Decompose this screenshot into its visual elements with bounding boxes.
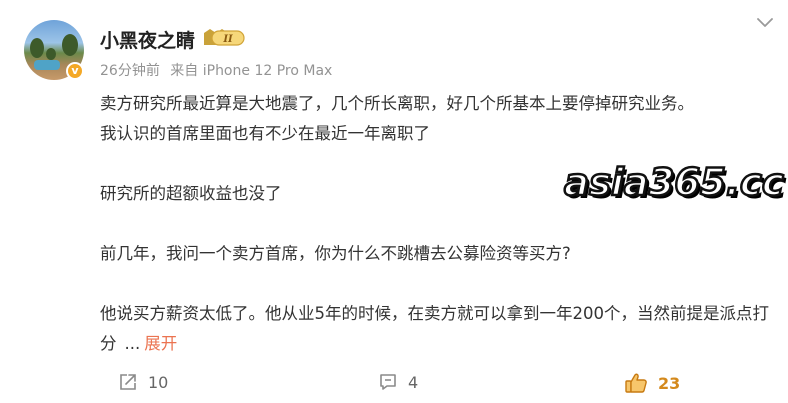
- repost-count: 10: [148, 372, 169, 392]
- like-button[interactable]: 23: [624, 372, 680, 394]
- expand-link[interactable]: 展开: [144, 334, 177, 353]
- post-paragraph: 我认识的首席里面也有不少在最近一年离职了: [100, 124, 430, 143]
- post-paragraph: 卖方研究所最近算是大地震了，几个所长离职，好几个所基本上要停掉研究业务。: [100, 94, 694, 113]
- comment-icon: [380, 374, 396, 390]
- verified-icon: v: [66, 62, 84, 80]
- watermark: asia365.cc: [563, 160, 785, 206]
- like-thumb-icon: [625, 373, 647, 393]
- like-count: 23: [658, 373, 681, 393]
- post-paragraph-text: 他说买方薪资太低了。他从业5年的时候，在卖方就可以拿到一年200个，当然前提是派…: [100, 304, 769, 353]
- level-badge-icon[interactable]: II: [202, 27, 246, 49]
- post-meta: 26分钟前 来自 iPhone 12 Pro Max: [100, 60, 338, 80]
- comment-button[interactable]: 4: [378, 372, 418, 392]
- post-source: 来自 iPhone 12 Pro Max: [170, 63, 333, 79]
- comment-count: 4: [408, 372, 419, 392]
- post-time[interactable]: 26分钟前: [100, 63, 160, 79]
- username[interactable]: 小黑夜之睛: [100, 26, 195, 53]
- post-paragraph: 前几年，我问一个卖方首席，你为什么不跳槽去公募险资等买方?: [100, 244, 571, 263]
- level-badge-text: II: [222, 34, 233, 45]
- repost-icon: [120, 374, 136, 390]
- post-body: 卖方研究所最近算是大地震了，几个所长离职，好几个所基本上要停掉研究业务。 我认识…: [100, 89, 770, 359]
- more-chevron-icon[interactable]: [756, 16, 774, 30]
- ellipsis: ...: [124, 334, 141, 353]
- repost-button[interactable]: 10: [118, 372, 168, 392]
- post-paragraph-last: 他说买方薪资太低了。他从业5年的时候，在卖方就可以拿到一年200个，当然前提是派…: [100, 299, 770, 359]
